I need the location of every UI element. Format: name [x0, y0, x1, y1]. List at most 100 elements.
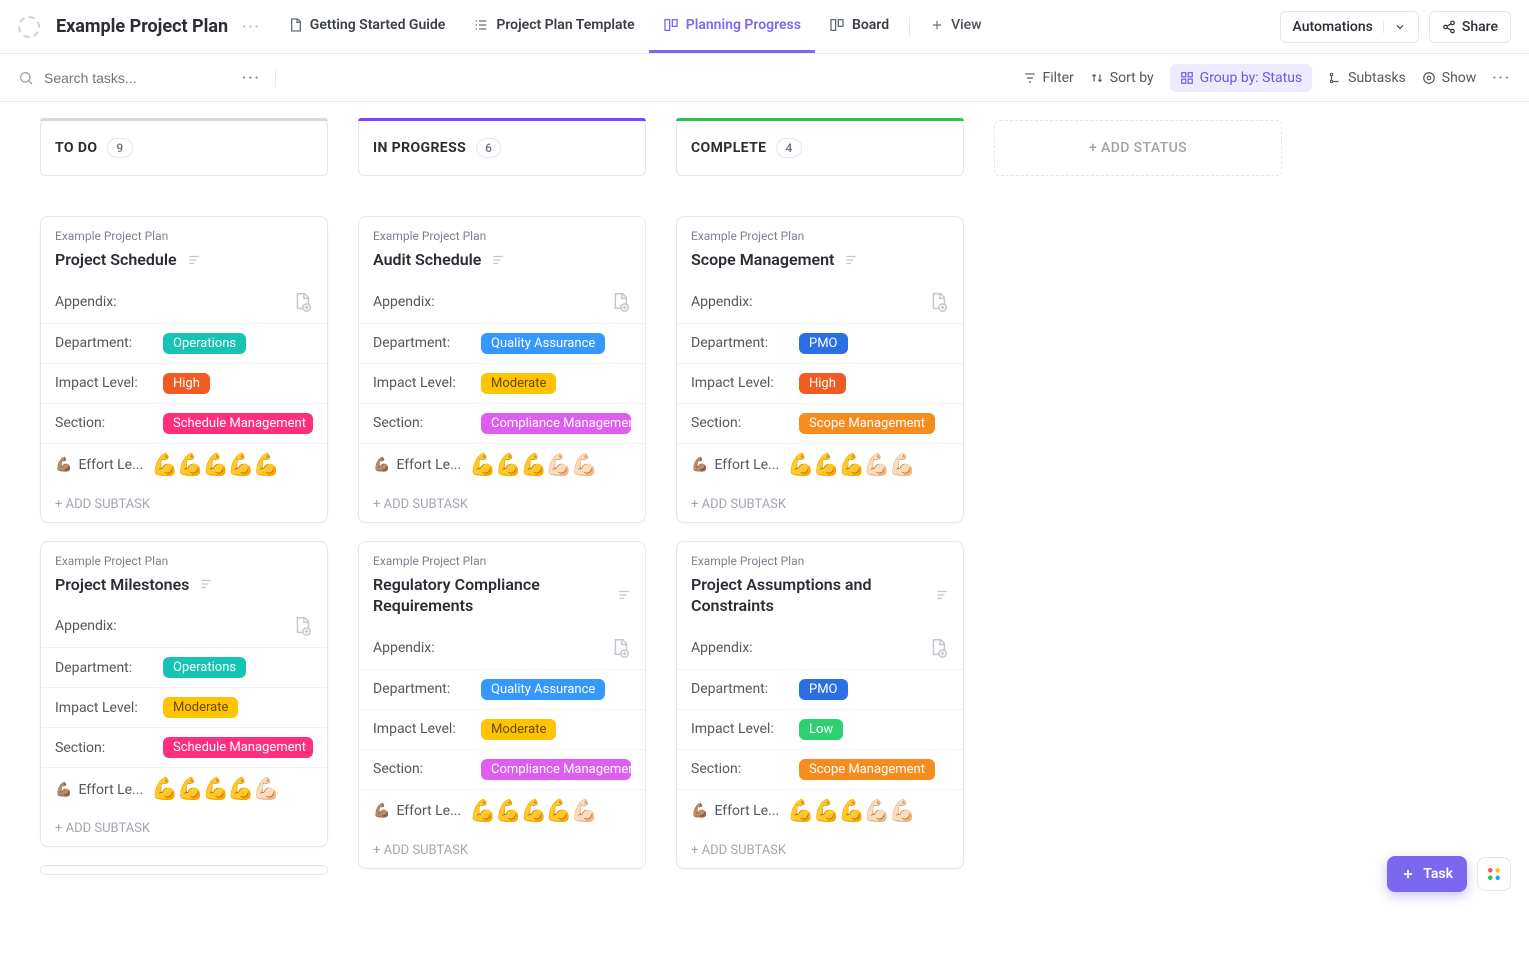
attach-doc-icon[interactable] [927, 291, 949, 313]
description-icon[interactable] [617, 588, 631, 602]
impact-tag[interactable]: High [163, 373, 210, 394]
field-effort[interactable]: 💪🏽Effort Le...💪💪💪💪💪🏻 [41, 767, 327, 811]
automations-button[interactable]: Automations [1280, 11, 1419, 43]
add-subtask-button[interactable]: + ADD SUBTASK [359, 487, 645, 522]
field-department[interactable]: Department:PMO [677, 323, 963, 363]
task-card[interactable]: Example Project PlanAudit ScheduleAppend… [358, 216, 646, 523]
field-effort[interactable]: 💪🏽Effort Le...💪💪💪💪💪🏻 [359, 789, 645, 833]
field-department[interactable]: Department:Quality Assurance [359, 323, 645, 363]
card-crumb[interactable]: Example Project Plan [691, 229, 949, 243]
search-more-button[interactable]: ··· [242, 70, 261, 86]
card-crumb[interactable]: Example Project Plan [691, 554, 949, 568]
sort-button[interactable]: Sort by [1090, 70, 1154, 86]
section-tag[interactable]: Schedule Management [163, 413, 313, 434]
description-icon[interactable] [491, 253, 505, 267]
impact-tag[interactable]: Moderate [481, 719, 556, 740]
section-tag[interactable]: Compliance Management [481, 413, 631, 434]
apps-button[interactable] [1477, 857, 1511, 891]
effort-value[interactable]: 💪💪💪💪🏻💪🏻 [787, 453, 914, 478]
card-title[interactable]: Project Milestones [55, 574, 313, 596]
task-card[interactable]: Example Project Plan Regulatory Complianc… [358, 541, 646, 869]
department-tag[interactable]: Quality Assurance [481, 679, 605, 700]
filter-button[interactable]: Filter [1023, 70, 1074, 86]
field-appendix[interactable]: Appendix: [677, 281, 963, 323]
add-subtask-button[interactable]: + ADD SUBTASK [41, 811, 327, 846]
add-subtask-button[interactable]: + ADD SUBTASK [677, 487, 963, 522]
field-section[interactable]: Section:Scope Management [677, 403, 963, 443]
title-more-button[interactable]: ··· [242, 19, 261, 35]
task-card[interactable]: Example Project Plan Project Milestones Ap… [40, 541, 328, 848]
field-impact[interactable]: Impact Level:Moderate [359, 709, 645, 749]
field-section[interactable]: Section:Compliance Management [359, 403, 645, 443]
field-appendix[interactable]: Appendix: [41, 281, 327, 323]
description-icon[interactable] [187, 253, 201, 267]
field-section[interactable]: Section:Scope Management [677, 749, 963, 789]
subtasks-button[interactable]: Subtasks [1328, 70, 1406, 86]
field-impact[interactable]: Impact Level:Moderate [41, 687, 327, 727]
field-impact[interactable]: Impact Level:High [677, 363, 963, 403]
card-title[interactable]: Regulatory Compliance Requirements [373, 574, 631, 617]
section-tag[interactable]: Scope Management [799, 413, 935, 434]
column-header[interactable]: TO DO9 [40, 120, 328, 176]
card-title[interactable]: Project Schedule [55, 249, 313, 271]
group-by-button[interactable]: Group by: Status [1170, 64, 1312, 92]
impact-tag[interactable]: Moderate [481, 373, 556, 394]
show-button[interactable]: Show [1422, 70, 1477, 86]
field-section[interactable]: Section:Schedule Management [41, 727, 327, 767]
card-title[interactable]: Project Assumptions and Constraints [691, 574, 949, 617]
search-box[interactable] [18, 69, 228, 87]
add-subtask-button[interactable]: + ADD SUBTASK [359, 833, 645, 868]
field-section[interactable]: Section:Compliance Management [359, 749, 645, 789]
field-department[interactable]: Department:PMO [677, 669, 963, 709]
impact-tag[interactable]: High [799, 373, 846, 394]
department-tag[interactable]: PMO [799, 679, 848, 700]
add-subtask-button[interactable]: + ADD SUBTASK [41, 487, 327, 522]
task-card[interactable]: Example Project Plan Scope Management Appe… [676, 216, 964, 523]
card-title[interactable]: Scope Management [691, 249, 949, 271]
description-icon[interactable] [935, 588, 949, 602]
add-subtask-button[interactable]: + ADD SUBTASK [677, 833, 963, 868]
field-department[interactable]: Department:Operations [41, 647, 327, 687]
card-crumb[interactable]: Example Project Plan [373, 554, 631, 568]
chevron-down-icon[interactable] [1383, 21, 1406, 33]
task-card[interactable]: Example Project PlanProject ScheduleAppe… [40, 216, 328, 523]
field-effort[interactable]: 💪🏽Effort Le...💪💪💪💪🏻💪🏻 [677, 443, 963, 487]
column-header[interactable]: COMPLETE4 [676, 120, 964, 176]
list-color-icon[interactable] [18, 16, 40, 38]
tab-getting-started-guide[interactable]: Getting Started Guide [273, 0, 460, 53]
share-button[interactable]: Share [1429, 11, 1511, 43]
new-task-button[interactable]: Task [1387, 856, 1467, 892]
field-impact[interactable]: Impact Level:High [41, 363, 327, 403]
card-title[interactable]: Audit Schedule [373, 249, 631, 271]
description-icon[interactable] [844, 253, 858, 267]
tab-add-view[interactable]: View [916, 0, 996, 53]
field-effort[interactable]: 💪🏽Effort Le...💪💪💪💪🏻💪🏻 [359, 443, 645, 487]
tab-planning-progress[interactable]: Planning Progress [649, 0, 815, 53]
card-crumb[interactable]: Example Project Plan [55, 554, 313, 568]
attach-doc-icon[interactable] [927, 637, 949, 659]
section-tag[interactable]: Compliance Management [481, 759, 631, 780]
effort-value[interactable]: 💪💪💪💪🏻💪🏻 [787, 799, 914, 824]
field-appendix[interactable]: Appendix: [359, 627, 645, 669]
description-icon[interactable] [199, 577, 213, 591]
attach-doc-icon[interactable] [291, 291, 313, 313]
field-impact[interactable]: Impact Level:Low [677, 709, 963, 749]
effort-value[interactable]: 💪💪💪💪💪🏻 [469, 799, 596, 824]
field-section[interactable]: Section:Schedule Management [41, 403, 327, 443]
attach-doc-icon[interactable] [609, 637, 631, 659]
field-department[interactable]: Department:Operations [41, 323, 327, 363]
field-effort[interactable]: 💪🏽Effort Le...💪💪💪💪🏻💪🏻 [677, 789, 963, 833]
field-appendix[interactable]: Appendix: [41, 605, 327, 647]
column-header[interactable]: IN PROGRESS6 [358, 120, 646, 176]
field-appendix[interactable]: Appendix: [677, 627, 963, 669]
department-tag[interactable]: Quality Assurance [481, 333, 605, 354]
field-appendix[interactable]: Appendix: [359, 281, 645, 323]
impact-tag[interactable]: Moderate [163, 697, 238, 718]
effort-value[interactable]: 💪💪💪💪🏻💪🏻 [469, 453, 596, 478]
effort-value[interactable]: 💪💪💪💪💪 [151, 453, 278, 478]
department-tag[interactable]: PMO [799, 333, 848, 354]
effort-value[interactable]: 💪💪💪💪💪🏻 [151, 777, 278, 802]
field-impact[interactable]: Impact Level:Moderate [359, 363, 645, 403]
attach-doc-icon[interactable] [291, 615, 313, 637]
task-card[interactable]: Example Project Plan Project Assumptions … [676, 541, 964, 869]
